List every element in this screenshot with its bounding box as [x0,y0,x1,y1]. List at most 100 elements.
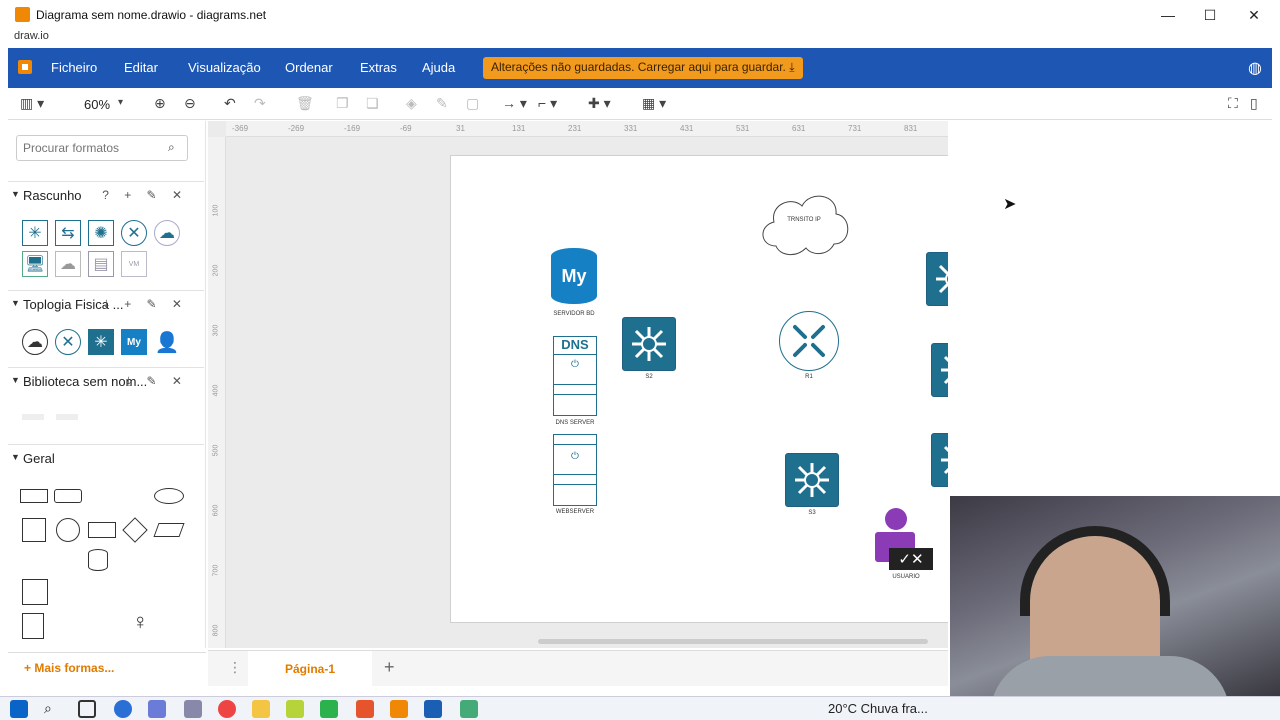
menu-visualizacao[interactable]: Visualização [188,60,261,75]
switch-node[interactable] [931,433,948,487]
square-shape-icon[interactable] [22,518,46,542]
switch-s2-node[interactable] [622,317,676,371]
actor-shape-icon[interactable]: ♀ [132,609,149,635]
language-globe-icon[interactable]: ◍ [1248,58,1262,78]
cloud-shape-icon[interactable]: ☁ [22,329,48,355]
webserver-node[interactable]: ⏻ [553,434,597,506]
app-icon[interactable] [184,700,202,718]
section-actions[interactable]: ? + ✎ ✕ [102,188,188,202]
mysql-shape-icon[interactable]: My [121,329,147,355]
zoom-dropdown-icon[interactable]: ▾ [118,97,123,108]
diamond-shape-icon[interactable] [122,517,148,543]
menu-ajuda[interactable]: Ajuda [422,60,455,75]
more-shapes-button[interactable]: + Mais formas... [24,661,114,675]
drawio-taskbar-icon[interactable] [390,700,408,718]
section-actions[interactable]: ⤓ ✎ ✕ [126,374,188,389]
app-icon[interactable] [460,700,478,718]
zoom-in-icon[interactable]: ⊕ [154,95,166,112]
cylinder-shape-icon[interactable] [88,549,108,571]
notepad-icon[interactable] [286,700,304,718]
container-shape-icon[interactable] [22,579,48,605]
add-page-button[interactable]: + [384,657,395,678]
menu-ficheiro[interactable]: Ficheiro [51,60,97,75]
switch-shape-icon[interactable]: ✳ [88,329,114,355]
note-shape-icon[interactable] [22,613,44,639]
atm-switch-shape-icon[interactable]: ✺ [88,220,114,246]
menu-ordenar[interactable]: Ordenar [285,60,333,75]
windows-start-icon[interactable] [10,700,28,718]
vm-shape-icon[interactable]: VM [121,251,147,277]
search-icon[interactable]: ⌕ [44,700,62,718]
circle-shape-icon[interactable] [56,518,80,542]
section-geral[interactable]: ▼ Geral [8,444,204,470]
search-icon[interactable]: ⌕ [168,140,175,155]
photos-icon[interactable] [424,700,442,718]
router-r1-node[interactable] [779,311,839,371]
pages-menu-icon[interactable]: ⋮ [228,659,242,676]
close-button[interactable]: ✕ [1232,0,1276,30]
switch-s3-node[interactable] [785,453,839,507]
router-shape-icon[interactable]: ✕ [121,220,147,246]
router-shape-icon[interactable]: ✕ [55,329,81,355]
format-panel-icon[interactable]: ▥ ▾ [20,95,44,112]
search-shapes-input[interactable] [16,135,188,161]
app-icon[interactable] [148,700,166,718]
switch-node[interactable] [931,343,948,397]
switch-s1-node[interactable] [926,252,948,306]
section-topologia[interactable]: ▼ Toplogia Fisica ... ⤓ + ✎ ✕ [8,290,204,316]
rectangle-shape-icon[interactable] [20,489,48,503]
shadow-icon[interactable]: ▢ [466,95,479,112]
undo-icon[interactable]: ↶ [224,95,236,112]
task-view-icon[interactable] [78,700,96,718]
process-shape-icon[interactable] [88,522,116,538]
user-node[interactable]: ✓✕ [875,508,935,570]
app-icon[interactable] [320,700,338,718]
ellipse-shape-icon[interactable] [154,488,184,504]
redo-icon[interactable]: ↷ [254,95,266,112]
menu-extras[interactable]: Extras [360,60,397,75]
layer2-switch-shape-icon[interactable]: ⇆ [55,220,81,246]
app-icon[interactable] [356,700,374,718]
chrome-icon[interactable] [218,700,236,718]
cloud-shape-icon[interactable]: ☁ [154,220,180,246]
weather-widget[interactable]: 20°C Chuva fra... [828,701,928,716]
tab-pagina-1[interactable]: Página-1 [248,651,372,687]
minimize-button[interactable]: — [1146,0,1190,30]
collapse-panel-icon[interactable]: ▯ [1250,95,1258,112]
delete-icon[interactable]: 🗑 [296,95,314,112]
fill-color-icon[interactable]: ◈ [406,95,417,112]
switch-shape-icon[interactable]: ✳ [22,220,48,246]
waypoints-icon[interactable]: ⌐ ▾ [538,95,557,112]
file-explorer-icon[interactable] [252,700,270,718]
section-biblioteca[interactable]: ▼ Biblioteca sem nom... ⤓ ✎ ✕ [8,367,204,393]
diagram-canvas[interactable]: -369 -269 -169 -69 31 131 231 331 431 531 631 731 83… [208,121,948,648]
gray-cloud-shape-icon[interactable]: ☁ [55,251,81,277]
horizontal-scrollbar[interactable] [538,639,928,644]
edge-icon[interactable] [114,700,132,718]
drawio-logo-icon[interactable] [18,60,32,74]
table-icon[interactable]: ▦ ▾ [642,95,666,112]
section-actions[interactable]: ⤓ + ✎ ✕ [104,297,188,312]
unsaved-changes-button[interactable]: Alterações não guardadas. Carregar aqui … [483,57,803,79]
library-item[interactable] [56,414,78,420]
section-rascunho[interactable]: ▼ Rascunho ? + ✎ ✕ [8,181,204,207]
menu-editar[interactable]: Editar [124,60,158,75]
rounded-rectangle-shape-icon[interactable] [54,489,82,503]
maximize-button[interactable]: ☐ [1188,0,1232,30]
fullscreen-icon[interactable]: ⛶ [1228,95,1238,112]
connection-icon[interactable]: → ▾ [502,95,527,112]
server-shape-icon[interactable]: ▤ [88,251,114,277]
insert-plus-icon[interactable]: ✚ ▾ [588,95,611,112]
dns-server-node[interactable]: DNS ⏻ [553,336,597,416]
user-shape-icon[interactable]: 👤 [154,329,180,355]
zoom-out-icon[interactable]: ⊖ [184,95,196,112]
zoom-level[interactable]: 60% [84,97,110,112]
parallelogram-shape-icon[interactable] [153,523,185,537]
workstation-shape-icon[interactable]: 🖥 [22,251,48,277]
mysql-server-node[interactable]: My [551,248,597,304]
library-item[interactable] [22,414,44,420]
line-color-icon[interactable]: ✎ [436,95,448,112]
to-back-icon[interactable]: ❏ [366,95,379,112]
to-front-icon[interactable]: ❐ [336,95,349,112]
diagram-page[interactable]: TRNSITO IP My SERVIDOR BD DNS ⏻ DNS SERV… [450,155,948,623]
